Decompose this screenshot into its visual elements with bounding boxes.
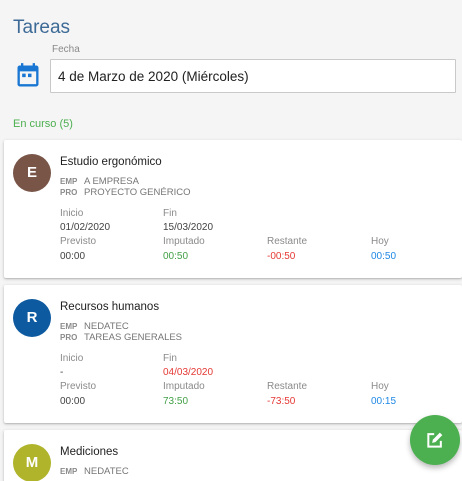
- date-field-label: Fecha: [52, 44, 80, 55]
- task-card[interactable]: E Estudio ergonómico EMP A EMPRESA PRO PRO…: [4, 140, 462, 278]
- planned-value: 00:00: [60, 396, 86, 407]
- today-value: 00:15: [371, 396, 397, 407]
- task-title: Mediciones: [60, 446, 119, 458]
- end-label: Fin: [163, 208, 177, 219]
- company-row: EMP NEDATEC: [60, 321, 129, 332]
- remaining-label: Restante: [267, 381, 308, 392]
- edit-icon: [427, 432, 443, 448]
- company-key: EMP: [60, 467, 78, 476]
- end-date: 04/03/2020: [163, 367, 214, 378]
- company-name: NEDATEC: [84, 466, 129, 477]
- company-name: NEDATEC: [84, 321, 129, 332]
- charged-label: Imputado: [163, 381, 205, 392]
- start-date: -: [60, 367, 64, 378]
- start-label: Inicio: [60, 353, 84, 364]
- planned-value: 00:00: [60, 251, 86, 262]
- task-card[interactable]: M Mediciones EMP NEDATEC: [4, 430, 462, 481]
- page-title: Tareas: [13, 17, 71, 38]
- planned-label: Previsto: [60, 236, 97, 247]
- avatar: E: [13, 154, 51, 192]
- section-in-progress-label: En curso (5): [13, 118, 73, 130]
- task-card[interactable]: R Recursos humanos EMP NEDATEC PRO TAREAS …: [4, 285, 462, 423]
- task-title: Recursos humanos: [60, 301, 160, 313]
- company-row: EMP A EMPRESA: [60, 176, 139, 187]
- company-row: EMP NEDATEC: [60, 466, 129, 477]
- company-name: A EMPRESA: [84, 176, 139, 187]
- charged-value: 00:50: [163, 251, 189, 262]
- avatar: R: [13, 299, 51, 337]
- calendar-icon[interactable]: [14, 62, 42, 90]
- today-label: Hoy: [371, 381, 389, 392]
- date-input[interactable]: [50, 59, 456, 93]
- start-date: 01/02/2020: [60, 222, 111, 233]
- project-name: PROYECTO GENÉRICO: [84, 187, 191, 198]
- remaining-value: -00:50: [267, 251, 296, 262]
- project-key: PRO: [60, 188, 78, 197]
- company-key: EMP: [60, 177, 78, 186]
- project-row: PRO TAREAS GENERALES: [60, 332, 182, 343]
- edit-fab-button[interactable]: [410, 415, 460, 465]
- planned-label: Previsto: [60, 381, 97, 392]
- task-title: Estudio ergonómico: [60, 156, 162, 168]
- project-key: PRO: [60, 333, 78, 342]
- start-label: Inicio: [60, 208, 84, 219]
- project-name: TAREAS GENERALES: [84, 332, 183, 343]
- project-row: PRO PROYECTO GENÉRICO: [60, 187, 190, 198]
- today-label: Hoy: [371, 236, 389, 247]
- remaining-value: -73:50: [267, 396, 296, 407]
- remaining-label: Restante: [267, 236, 308, 247]
- charged-value: 73:50: [163, 396, 189, 407]
- avatar: M: [13, 444, 51, 481]
- company-key: EMP: [60, 322, 78, 331]
- end-date: 15/03/2020: [163, 222, 214, 233]
- end-label: Fin: [163, 353, 177, 364]
- today-value: 00:50: [371, 251, 397, 262]
- charged-label: Imputado: [163, 236, 205, 247]
